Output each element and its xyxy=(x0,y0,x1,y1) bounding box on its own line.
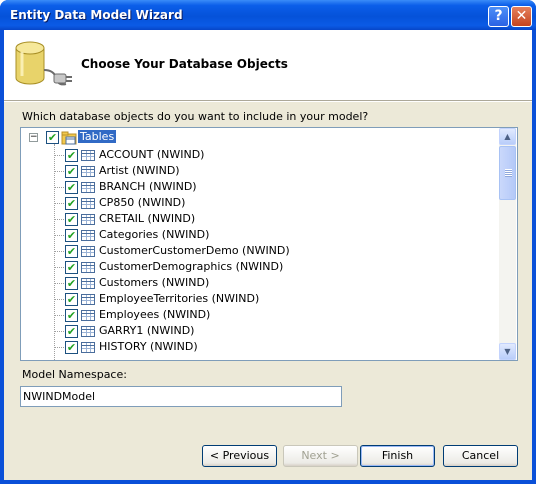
tree-connector xyxy=(55,203,64,204)
table-label: CustomerDemographics (NWIND) xyxy=(99,260,284,273)
table-label: CustomerCustomerDemo (NWIND) xyxy=(99,244,290,257)
tree-item[interactable]: ✔ ACCOUNT (NWIND) xyxy=(21,147,499,163)
tree-connector xyxy=(55,267,64,268)
tree-connector xyxy=(55,315,64,316)
window-title: Entity Data Model Wizard xyxy=(10,8,183,22)
table-label: CP850 (NWIND) xyxy=(99,196,186,209)
tables-node-label[interactable]: Tables xyxy=(78,130,117,143)
scroll-up-icon[interactable]: ▲ xyxy=(499,128,516,145)
tree-connector xyxy=(55,187,64,188)
namespace-label: Model Namespace: xyxy=(22,368,127,381)
tree-connector xyxy=(55,299,64,300)
namespace-input[interactable] xyxy=(20,386,342,407)
vertical-scrollbar[interactable]: ▲ ▼ xyxy=(499,128,516,360)
title-bar[interactable]: Entity Data Model Wizard ? ✕ xyxy=(0,0,536,30)
question-label: Which database objects do you want to in… xyxy=(22,110,369,123)
tree-connector xyxy=(55,347,64,348)
scroll-thumb[interactable] xyxy=(499,146,516,200)
tree-connector xyxy=(55,251,64,252)
wizard-window: Entity Data Model Wizard ? ✕ Choose Your… xyxy=(0,0,536,484)
table-icon xyxy=(81,262,95,273)
table-label: ACCOUNT (NWIND) xyxy=(99,148,205,161)
tree-connector xyxy=(55,171,64,172)
finish-button[interactable]: Finish xyxy=(360,445,435,467)
tables-folder-icon xyxy=(61,131,77,145)
table-checkbox[interactable]: ✔ xyxy=(65,165,78,178)
tree-item[interactable]: ✔ GARRY1 (NWIND) xyxy=(21,323,499,339)
tree-item[interactable]: ✔ Customers (NWIND) xyxy=(21,275,499,291)
close-icon[interactable]: ✕ xyxy=(511,6,532,27)
wizard-header: Choose Your Database Objects xyxy=(4,30,532,100)
tree-item[interactable]: ✔ BRANCH (NWIND) xyxy=(21,179,499,195)
table-checkbox[interactable]: ✔ xyxy=(65,277,78,290)
database-objects-tree[interactable]: − ✔ Tables ✔ ACCOUNT (NWIND) ✔ Artist (NWIN… xyxy=(20,127,518,361)
tables-checkbox[interactable]: ✔ xyxy=(46,131,59,144)
table-icon xyxy=(81,326,95,337)
table-label: Artist (NWIND) xyxy=(99,164,180,177)
grip-icon xyxy=(505,169,512,177)
table-icon xyxy=(81,198,95,209)
table-checkbox[interactable]: ✔ xyxy=(65,309,78,322)
tree-connector xyxy=(55,219,64,220)
tree-item[interactable]: ✔ Employees (NWIND) xyxy=(21,307,499,323)
table-checkbox[interactable]: ✔ xyxy=(65,325,78,338)
next-button[interactable]: Next > xyxy=(283,445,358,467)
tree-item[interactable]: ✔ CustomerCustomerDemo (NWIND) xyxy=(21,243,499,259)
table-icon xyxy=(81,214,95,225)
table-label: Customers (NWIND) xyxy=(99,276,210,289)
table-checkbox[interactable]: ✔ xyxy=(65,213,78,226)
scroll-down-icon[interactable]: ▼ xyxy=(499,343,516,360)
table-checkbox[interactable]: ✔ xyxy=(65,197,78,210)
table-label: GARRY1 (NWIND) xyxy=(99,324,195,337)
tree-connector xyxy=(55,235,64,236)
table-checkbox[interactable]: ✔ xyxy=(65,261,78,274)
header-divider xyxy=(4,100,532,101)
table-checkbox[interactable]: ✔ xyxy=(65,245,78,258)
tree-item[interactable]: ✔ CP850 (NWIND) xyxy=(21,195,499,211)
tree-connector xyxy=(55,155,64,156)
database-plug-icon xyxy=(15,41,72,86)
help-icon[interactable]: ? xyxy=(488,6,509,27)
table-icon xyxy=(81,310,95,321)
table-checkbox[interactable]: ✔ xyxy=(65,293,78,306)
table-icon xyxy=(81,246,95,257)
tree-item[interactable]: ✔ HISTORY (NWIND) xyxy=(21,339,499,355)
table-label: HISTORY (NWIND) xyxy=(99,340,198,353)
table-icon xyxy=(81,166,95,177)
tree-connector xyxy=(55,283,64,284)
table-icon xyxy=(81,278,95,289)
table-icon xyxy=(81,182,95,193)
tree-item[interactable]: ✔ Artist (NWIND) xyxy=(21,163,499,179)
wizard-body: Choose Your Database Objects Which datab… xyxy=(4,30,532,480)
cancel-button[interactable]: Cancel xyxy=(443,445,518,467)
table-label: BRANCH (NWIND) xyxy=(99,180,197,193)
table-icon xyxy=(81,150,95,161)
table-icon xyxy=(81,230,95,241)
tree-item[interactable]: ✔ EmployeeTerritories (NWIND) xyxy=(21,291,499,307)
tree-item[interactable]: ✔ Categories (NWIND) xyxy=(21,227,499,243)
table-checkbox[interactable]: ✔ xyxy=(65,181,78,194)
page-heading: Choose Your Database Objects xyxy=(81,57,288,71)
table-icon xyxy=(81,294,95,305)
tree-item[interactable]: ✔ CRETAIL (NWIND) xyxy=(21,211,499,227)
table-label: CRETAIL (NWIND) xyxy=(99,212,196,225)
table-label: EmployeeTerritories (NWIND) xyxy=(99,292,260,305)
tree-item[interactable]: ✔ CustomerDemographics (NWIND) xyxy=(21,259,499,275)
previous-button[interactable]: < Previous xyxy=(202,445,277,467)
table-checkbox[interactable]: ✔ xyxy=(65,149,78,162)
table-label: Categories (NWIND) xyxy=(99,228,210,241)
tree-connector xyxy=(55,331,64,332)
table-checkbox[interactable]: ✔ xyxy=(65,341,78,354)
table-icon xyxy=(81,342,95,353)
table-label: Employees (NWIND) xyxy=(99,308,211,321)
table-checkbox[interactable]: ✔ xyxy=(65,229,78,242)
collapse-toggle-icon[interactable]: − xyxy=(29,133,38,142)
